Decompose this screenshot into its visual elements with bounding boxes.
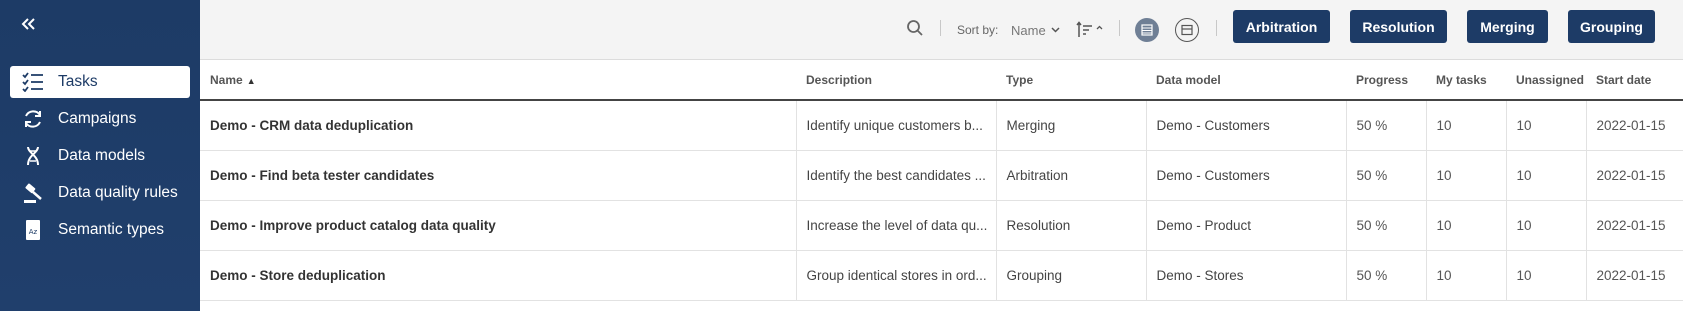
toolbar-divider (1216, 20, 1217, 36)
cell-description: Group identical stores in ord... (795, 250, 996, 301)
toolbar: Sort by: Name Arbitration Resolution Mer… (200, 0, 1683, 60)
cell-unassigned: 10 (1505, 150, 1586, 201)
cell-unassigned: 10 (1505, 200, 1586, 251)
cell-data-model: Demo - Customers (1145, 100, 1346, 151)
cell-start-date: 2022-01-15 (1585, 100, 1683, 151)
sort-ascending-icon (1076, 21, 1104, 39)
column-header-unassigned[interactable]: Unassigned (1506, 60, 1586, 101)
svg-text:Az: Az (29, 228, 38, 236)
sidebar-item-label: Semantic types (58, 221, 164, 238)
cell-start-date: 2022-01-15 (1585, 200, 1683, 251)
column-header-name[interactable]: Name ▲ (200, 60, 796, 101)
table-row[interactable]: Demo - Store deduplication Group identic… (200, 250, 1683, 301)
card-view-icon[interactable] (1175, 18, 1199, 42)
cell-unassigned: 10 (1505, 250, 1586, 301)
sort-field-dropdown[interactable]: Name (1011, 0, 1060, 60)
table-row[interactable]: Demo - Improve product catalog data qual… (200, 200, 1683, 251)
cell-progress: 50 % (1345, 150, 1426, 201)
cycle-icon (22, 108, 44, 130)
dna-icon (22, 145, 44, 167)
cell-name: Demo - CRM data deduplication (200, 100, 796, 151)
checklist-icon (22, 71, 44, 93)
cell-type: Merging (995, 100, 1146, 151)
sort-up-icon: ▲ (246, 75, 256, 86)
column-header-type[interactable]: Type (996, 60, 1146, 101)
sidebar-item-label: Data quality rules (58, 184, 178, 201)
double-chevron-left-icon[interactable] (18, 14, 38, 34)
app-window: Tasks Campaigns Data models Data quality… (0, 0, 1683, 311)
cell-start-date: 2022-01-15 (1585, 250, 1683, 301)
toolbar-divider (1119, 20, 1120, 36)
cell-description: Identify the best candidates ... (795, 150, 996, 201)
cell-progress: 50 % (1345, 200, 1426, 251)
merging-button[interactable]: Merging (1467, 10, 1548, 43)
column-header-start-date[interactable]: Start date (1586, 60, 1683, 101)
cell-name: Demo - Improve product catalog data qual… (200, 200, 796, 251)
cell-type: Resolution (995, 200, 1146, 251)
arbitration-button[interactable]: Arbitration (1233, 10, 1330, 43)
sidebar: Tasks Campaigns Data models Data quality… (0, 0, 200, 311)
sort-direction-toggle[interactable] (1076, 0, 1104, 60)
table-row[interactable]: Demo - Find beta tester candidates Ident… (200, 150, 1683, 201)
cell-my-tasks: 10 (1425, 150, 1506, 201)
sidebar-item-semantic-types[interactable]: Az Semantic types (10, 214, 190, 246)
gavel-icon (22, 182, 44, 204)
cell-description: Increase the level of data qu... (795, 200, 996, 251)
list-view-icon[interactable] (1135, 18, 1159, 42)
semantic-doc-icon: Az (22, 219, 44, 241)
sort-label: Sort by: (957, 23, 999, 37)
column-header-my-tasks[interactable]: My tasks (1426, 60, 1506, 101)
search-icon (906, 19, 924, 42)
cell-my-tasks: 10 (1425, 100, 1506, 151)
grouping-button[interactable]: Grouping (1568, 10, 1655, 43)
column-header-description[interactable]: Description (796, 60, 996, 101)
sidebar-item-label: Campaigns (58, 110, 137, 127)
toolbar-divider (940, 20, 941, 36)
sidebar-item-label: Data models (58, 147, 146, 164)
cell-type: Grouping (995, 250, 1146, 301)
chevron-down-icon (1051, 27, 1060, 33)
sidebar-nav: Tasks Campaigns Data models Data quality… (10, 66, 190, 251)
sidebar-item-label: Tasks (58, 73, 98, 90)
column-header-data-model[interactable]: Data model (1146, 60, 1346, 101)
cell-data-model: Demo - Product (1145, 200, 1346, 251)
sidebar-item-data-quality-rules[interactable]: Data quality rules (10, 177, 190, 209)
sidebar-item-campaigns[interactable]: Campaigns (10, 103, 190, 135)
table-row[interactable]: Demo - CRM data deduplication Identify u… (200, 100, 1683, 151)
tasks-table: Name ▲ Description Type Data model Progre… (200, 60, 1683, 301)
cell-type: Arbitration (995, 150, 1146, 201)
sort-field-value: Name (1011, 22, 1046, 38)
cell-unassigned: 10 (1505, 100, 1586, 151)
resolution-button[interactable]: Resolution (1350, 10, 1447, 43)
cell-description: Identify unique customers b... (795, 100, 996, 151)
cell-progress: 50 % (1345, 250, 1426, 301)
cell-my-tasks: 10 (1425, 200, 1506, 251)
cell-name: Demo - Find beta tester candidates (200, 150, 796, 201)
cell-data-model: Demo - Customers (1145, 150, 1346, 201)
sidebar-item-tasks[interactable]: Tasks (10, 66, 190, 98)
cell-data-model: Demo - Stores (1145, 250, 1346, 301)
cell-progress: 50 % (1345, 100, 1426, 151)
sidebar-item-data-models[interactable]: Data models (10, 140, 190, 172)
column-header-progress[interactable]: Progress (1346, 60, 1426, 101)
main-content: Sort by: Name Arbitration Resolution Mer… (200, 0, 1683, 311)
cell-start-date: 2022-01-15 (1585, 150, 1683, 201)
cell-name: Demo - Store deduplication (200, 250, 796, 301)
table-header-row: Name ▲ Description Type Data model Progre… (200, 60, 1683, 101)
cell-my-tasks: 10 (1425, 250, 1506, 301)
search-button[interactable] (906, 0, 924, 60)
